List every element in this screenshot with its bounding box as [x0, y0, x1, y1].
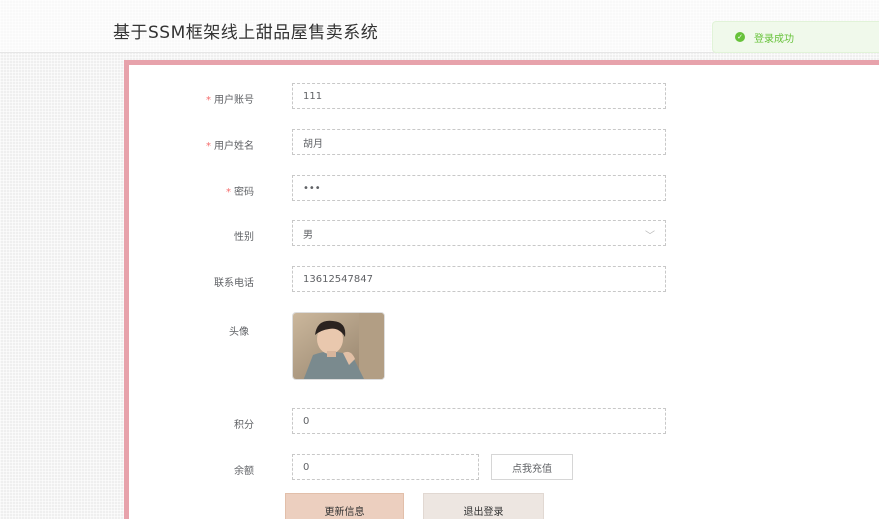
points-input[interactable]: 0 — [292, 408, 666, 434]
update-info-button[interactable]: 更新信息 — [285, 493, 404, 519]
site-title: 基于SSM框架线上甜品屋售卖系统 — [113, 23, 379, 43]
phone-input[interactable]: 13612547847 — [292, 266, 666, 292]
logout-button[interactable]: 退出登录 — [423, 493, 544, 519]
name-label: * 用户姓名 — [206, 141, 254, 152]
recharge-button[interactable]: 点我充值 — [491, 454, 573, 480]
avatar[interactable] — [292, 312, 385, 380]
password-input[interactable]: ••• — [292, 175, 666, 201]
required-mark: * — [206, 95, 211, 106]
avatar-photo — [293, 313, 384, 379]
balance-label: 余额 — [234, 466, 254, 477]
check-circle-icon: ✓ — [735, 32, 745, 42]
points-label: 积分 — [234, 420, 254, 431]
profile-form: * 用户账号 111 * 用户姓名 胡月 * 密码 ••• 性别 男 ﹀ 联系电话 1… — [129, 65, 879, 519]
balance-input[interactable]: 0 — [292, 454, 479, 480]
required-mark: * — [206, 141, 211, 152]
account-label: * 用户账号 — [206, 95, 254, 106]
login-success-toast: ✓ 登录成功 — [712, 21, 879, 53]
password-label: * 密码 — [226, 187, 254, 198]
phone-label: 联系电话 — [214, 278, 254, 289]
name-input[interactable]: 胡月 — [292, 129, 666, 155]
toast-message: 登录成功 — [754, 33, 794, 45]
gender-label: 性别 — [234, 232, 254, 243]
avatar-label: 头像 — [229, 327, 249, 338]
required-mark: * — [226, 187, 231, 198]
gender-select[interactable]: 男 ﹀ — [292, 220, 666, 246]
chevron-down-icon: ﹀ — [645, 231, 655, 242]
account-input[interactable]: 111 — [292, 83, 666, 109]
profile-panel: * 用户账号 111 * 用户姓名 胡月 * 密码 ••• 性别 男 ﹀ 联系电话 1… — [124, 60, 879, 519]
